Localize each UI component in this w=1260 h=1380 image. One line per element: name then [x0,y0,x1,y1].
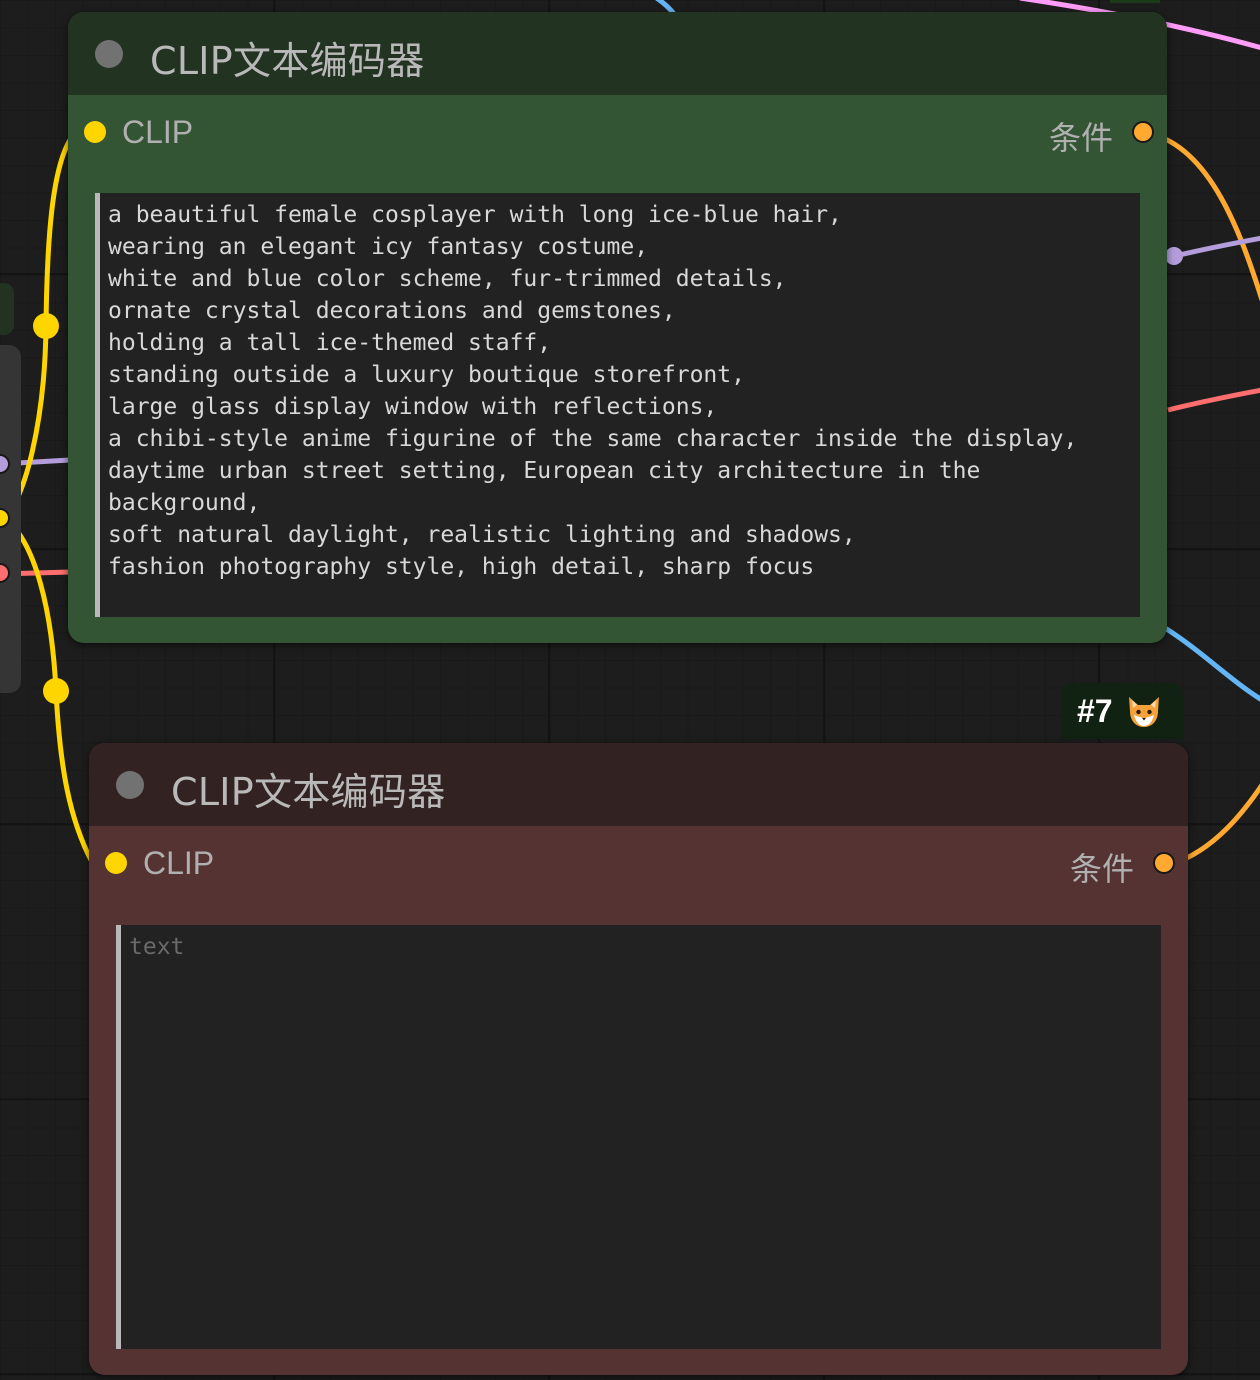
offscreen-node-tab[interactable] [0,283,14,335]
wire-conditioning-out-1 [1151,131,1260,301]
clip-input-label: CLIP [122,114,194,150]
conditioning-output-label: 条件 [1048,119,1113,157]
node-id-badge: #7 [1061,683,1183,739]
prompt-text-input[interactable]: a beautiful female cosplayer with long i… [95,193,1140,617]
node-id-label: #7 [1077,693,1113,729]
offscreen-slot-vae[interactable] [0,563,10,583]
node-title: CLIP文本编码器 [150,39,425,83]
wire-clip-reroute-lower[interactable] [43,678,69,704]
offscreen-slot-model[interactable] [0,454,10,474]
offscreen-node-slots [0,454,10,583]
node-header[interactable]: CLIP文本编码器 [68,12,1167,95]
clip-text-encode-node-positive[interactable]: CLIP文本编码器 CLIP 条件 a beautiful female cos… [68,12,1167,643]
slot-row: CLIP 条件 [89,826,1188,906]
wire-clip-reroute-upper[interactable] [33,313,59,339]
node-title: CLIP文本编码器 [171,770,446,814]
collapse-toggle-icon[interactable] [95,40,123,68]
slot-row: CLIP 条件 [68,95,1167,175]
wire-model-reroute[interactable] [1165,247,1183,265]
conditioning-output-label: 条件 [1069,850,1134,888]
conditioning-output-slot[interactable] [1132,121,1154,143]
offscreen-slot-clip[interactable] [0,508,10,528]
clip-text-encode-node-negative[interactable]: CLIP文本编码器 CLIP 条件 text [89,743,1188,1375]
wire-vae [1167,387,1260,413]
clip-input-label: CLIP [143,845,215,881]
clip-input-slot[interactable] [105,852,127,874]
node-header[interactable]: CLIP文本编码器 [89,743,1188,826]
offscreen-node[interactable] [0,345,21,693]
collapse-toggle-icon[interactable] [116,771,144,799]
clip-input-slot[interactable] [84,121,106,143]
fox-icon [1129,697,1159,727]
prompt-text-input[interactable]: text [116,925,1161,1349]
conditioning-output-slot[interactable] [1153,852,1175,874]
